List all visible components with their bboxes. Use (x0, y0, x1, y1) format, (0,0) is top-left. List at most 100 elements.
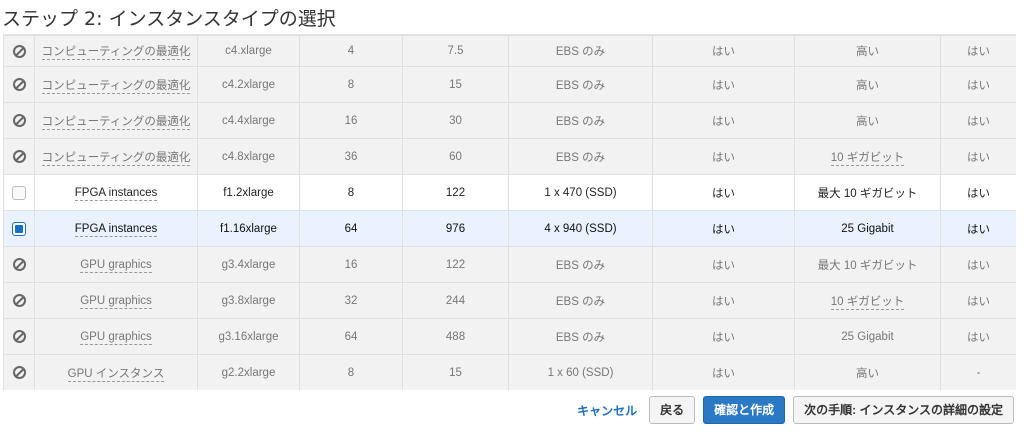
instance-family-cell: コンピューティングの最適化 (34, 138, 198, 175)
vcpu-cell: 8 (299, 66, 403, 103)
disabled-icon (12, 78, 26, 91)
row-selector-cell[interactable] (3, 174, 35, 211)
memory-cell: 7.5 (402, 35, 509, 67)
ipv6-support-cell-text: はい (967, 151, 990, 164)
memory-cell-text: 30 (449, 114, 462, 127)
memory-cell-text: 60 (449, 150, 462, 163)
ebs-optimized-cell-text: はい (712, 259, 735, 272)
storage-cell: EBS のみ (508, 35, 653, 67)
ipv6-support-cell-text: はい (967, 187, 990, 200)
disabled-icon (12, 366, 26, 379)
instance-family-cell-text: コンピューティングの最適化 (41, 151, 191, 166)
next-configure-details-button[interactable]: 次の手順: インスタンスの詳細の設定 (793, 396, 1014, 424)
ipv6-support-cell-text: はい (967, 79, 990, 92)
ebs-optimized-cell-text: はい (712, 151, 735, 164)
instance-family-cell-text: GPU インスタンス (67, 367, 165, 382)
cancel-link[interactable]: キャンセル (577, 402, 637, 419)
table-row[interactable]: FPGA instances f1.2xlarge 8 122 1 x 470 (SSD… (3, 174, 1016, 211)
instance-type-cell-text: f1.2xlarge (223, 186, 274, 199)
memory-cell: 122 (402, 174, 509, 211)
disabled-icon (12, 330, 26, 343)
ebs-optimized-cell-text: はい (712, 79, 735, 92)
ebs-optimized-cell: はい (652, 246, 795, 283)
storage-cell-text: EBS のみ (555, 79, 606, 92)
memory-cell: 15 (402, 354, 509, 390)
instance-family-cell-text: FPGA instances (74, 186, 158, 201)
page-title: ステップ 2: インスタンスタイプの選択 (2, 8, 336, 30)
table-row: コンピューティングの最適化 c4.2xlarge 8 15 EBS のみ はい 高い はい (3, 66, 1016, 103)
ebs-optimized-cell-text: はい (712, 223, 735, 236)
ipv6-support-cell: はい (940, 35, 1016, 67)
ipv6-support-cell-text: はい (967, 46, 990, 58)
ebs-optimized-cell-text: はい (712, 187, 735, 200)
network-performance-cell-text: 25 Gigabit (841, 330, 894, 343)
memory-cell: 976 (402, 210, 509, 247)
ebs-optimized-cell-text: はい (712, 295, 735, 308)
ipv6-support-cell: - (940, 354, 1016, 390)
instance-type-cell: c4.xlarge (197, 35, 300, 67)
memory-cell-text: 976 (445, 222, 466, 235)
instance-type-cell-text: c4.8xlarge (221, 150, 276, 163)
row-select-checkbox[interactable] (12, 185, 26, 200)
vcpu-cell: 16 (299, 246, 403, 283)
storage-cell-text: 1 x 470 (SSD) (544, 186, 617, 199)
ebs-optimized-cell: はい (652, 102, 795, 139)
instance-type-cell: g3.8xlarge (197, 282, 300, 319)
ebs-optimized-cell: はい (652, 35, 795, 67)
row-select-checkbox[interactable] (12, 221, 26, 236)
vcpu-cell-text: 32 (344, 294, 358, 307)
storage-cell: EBS のみ (508, 66, 653, 103)
network-performance-cell-text: 最大 10 ギガビット (817, 259, 918, 272)
vcpu-cell: 64 (299, 210, 403, 247)
network-performance-cell: 高い (794, 102, 941, 139)
row-selector-cell[interactable] (3, 210, 35, 247)
table-row: GPU graphics g3.4xlarge 16 122 EBS のみ はい 最大 10… (3, 246, 1016, 283)
table-row: GPU インスタンス g2.2xlarge 8 15 1 x 60 (SSD) はい 高い - (3, 354, 1016, 390)
instance-type-cell: g2.2xlarge (197, 354, 300, 390)
memory-cell: 122 (402, 246, 509, 283)
ipv6-support-cell-text: はい (967, 295, 990, 308)
vcpu-cell-text: 16 (344, 258, 358, 271)
network-performance-cell-text: 高い (856, 46, 879, 58)
review-and-launch-button[interactable]: 確認と作成 (703, 396, 786, 424)
vcpu-cell: 8 (299, 174, 403, 211)
ebs-optimized-cell: はい (652, 354, 795, 390)
ebs-optimized-cell-text: はい (712, 331, 735, 344)
table-row: コンピューティングの最適化 c4.4xlarge 16 30 EBS のみ はい 高い はい (3, 102, 1016, 139)
ebs-optimized-cell: はい (652, 282, 795, 319)
back-button[interactable]: 戻る (649, 396, 696, 424)
network-performance-cell-text: 10 ギガビット (830, 151, 905, 166)
memory-cell: 488 (402, 318, 509, 355)
ipv6-support-cell-text: はい (967, 331, 990, 344)
instance-family-cell-text: GPU graphics (80, 330, 152, 345)
row-selector-cell (3, 318, 35, 355)
vcpu-cell-text: 4 (347, 45, 355, 57)
network-performance-cell-text: 最大 10 ギガビット (817, 187, 918, 200)
instance-type-cell: c4.4xlarge (197, 102, 300, 139)
table-row[interactable]: FPGA instances f1.16xlarge 64 976 4 x 940 (S… (3, 210, 1016, 247)
storage-cell-text: EBS のみ (555, 151, 606, 164)
table-row: コンピューティングの最適化 c4.8xlarge 36 60 EBS のみ はい 10 ギガ… (3, 138, 1016, 175)
disabled-icon (12, 44, 26, 58)
instance-type-cell: c4.2xlarge (197, 66, 300, 103)
instance-family-cell-text: GPU graphics (80, 294, 152, 309)
vcpu-cell: 4 (299, 35, 403, 67)
memory-cell-text: 122 (445, 186, 466, 199)
row-selector-cell (3, 246, 35, 283)
storage-cell: 1 x 60 (SSD) (508, 354, 653, 390)
instance-family-cell-text: GPU graphics (80, 258, 152, 273)
storage-cell: EBS のみ (508, 246, 653, 283)
instance-type-cell: g3.4xlarge (197, 246, 300, 283)
storage-cell: EBS のみ (508, 282, 653, 319)
disabled-icon (12, 294, 26, 307)
network-performance-cell-text: 10 ギガビット (830, 295, 905, 310)
instance-family-cell: コンピューティングの最適化 (34, 102, 198, 139)
instance-family-cell-text: コンピューティングの最適化 (41, 115, 191, 130)
ipv6-support-cell: はい (940, 318, 1016, 355)
ipv6-support-cell: はい (940, 246, 1016, 283)
network-performance-cell: 10 ギガビット (794, 138, 941, 175)
memory-cell: 60 (402, 138, 509, 175)
vcpu-cell-text: 64 (344, 330, 358, 343)
instance-type-cell-text: g3.4xlarge (221, 258, 276, 271)
ebs-optimized-cell-text: はい (712, 115, 735, 128)
